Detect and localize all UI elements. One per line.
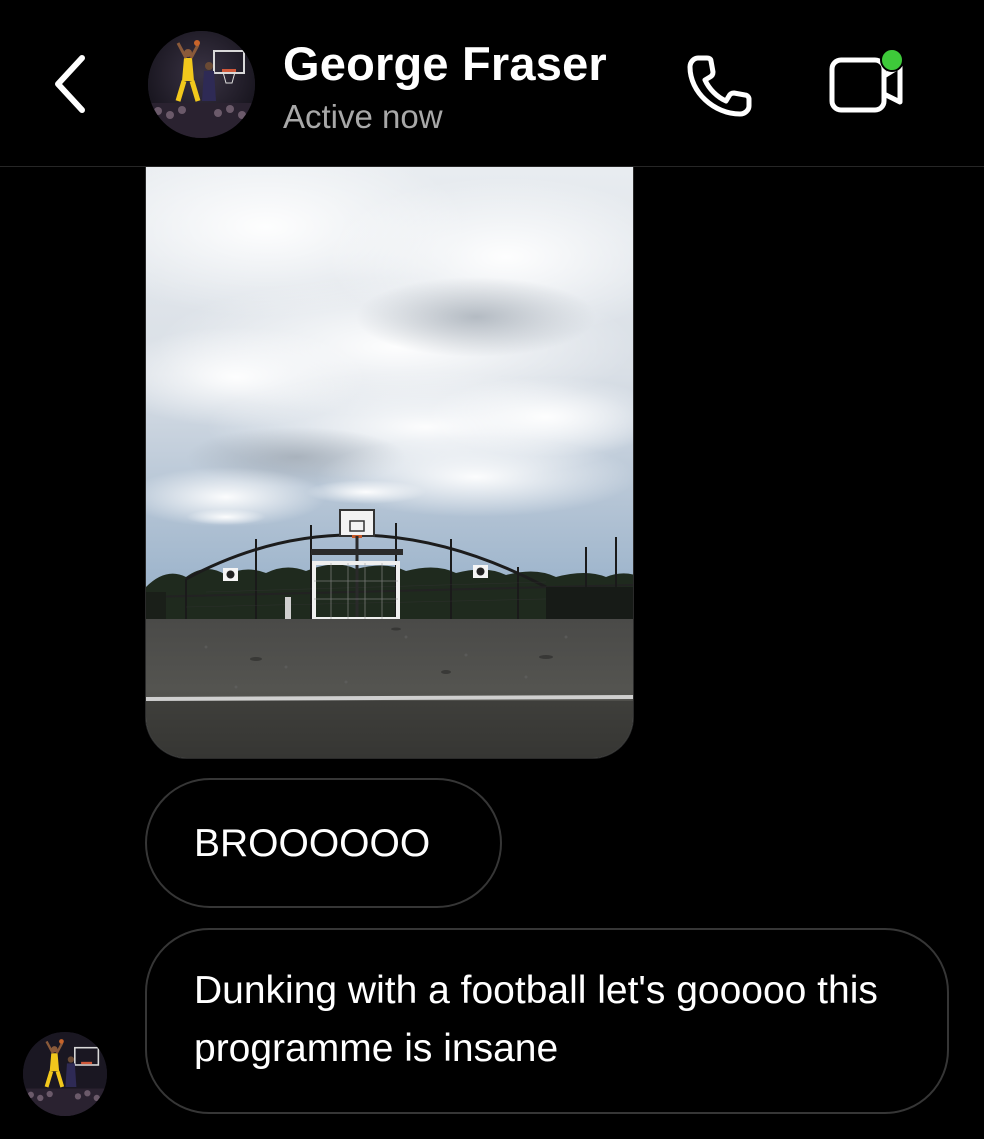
message-text: Dunking with a football let's gooooo thi… — [194, 969, 878, 1070]
phone-icon — [687, 55, 752, 117]
contact-name[interactable]: George Fraser — [283, 36, 607, 91]
avatar[interactable] — [148, 31, 255, 138]
chevron-left-icon — [55, 55, 85, 113]
voice-call-button[interactable] — [684, 52, 756, 120]
online-indicator — [880, 48, 904, 72]
court-photo — [146, 167, 633, 758]
video-call-button[interactable] — [826, 46, 910, 118]
active-status: Active now — [283, 98, 443, 135]
profile-photo — [148, 31, 255, 138]
message-bubble[interactable]: BROOOOOO — [145, 778, 502, 908]
profile-photo — [23, 1032, 107, 1116]
chat-header: George Fraser Active now — [0, 0, 984, 167]
message-bubble[interactable]: Dunking with a football let's gooooo thi… — [145, 928, 949, 1114]
message-text: BROOOOOO — [194, 822, 431, 865]
back-button[interactable] — [44, 50, 96, 118]
sender-avatar[interactable] — [23, 1032, 107, 1116]
photo-message[interactable] — [145, 167, 634, 759]
